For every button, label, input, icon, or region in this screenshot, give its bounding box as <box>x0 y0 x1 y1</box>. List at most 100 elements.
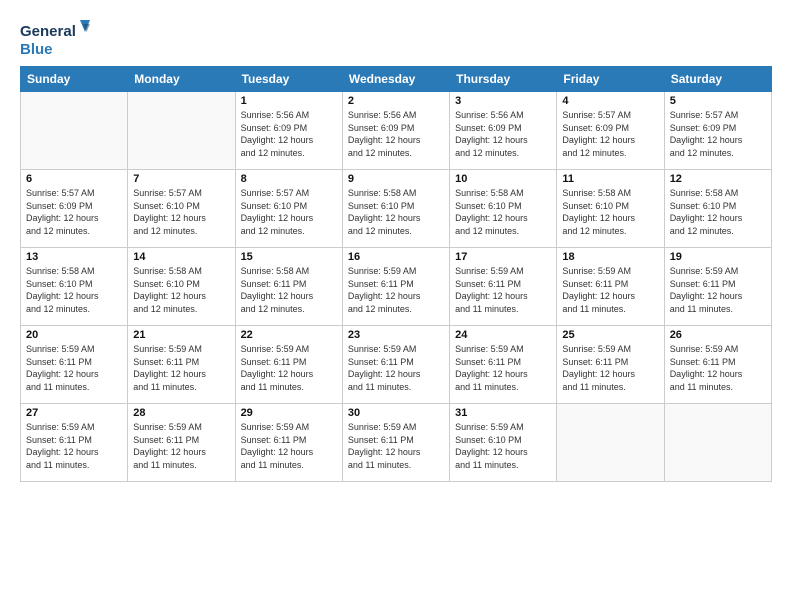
calendar-week-2: 6 Sunrise: 5:57 AMSunset: 6:09 PMDaylight… <box>21 170 772 248</box>
calendar-cell: 2 Sunrise: 5:56 AMSunset: 6:09 PMDaylight… <box>342 92 449 170</box>
day-info: Sunrise: 5:57 AMSunset: 6:09 PMDaylight:… <box>26 187 122 237</box>
day-number: 9 <box>348 173 444 185</box>
day-info: Sunrise: 5:59 AMSunset: 6:11 PMDaylight:… <box>133 343 229 393</box>
day-info: Sunrise: 5:59 AMSunset: 6:10 PMDaylight:… <box>455 421 551 471</box>
calendar: SundayMondayTuesdayWednesdayThursdayFrid… <box>20 66 772 482</box>
calendar-cell: 9Sunrise: 5:58 AMSunset: 6:10 PMDaylight… <box>342 170 449 248</box>
day-number: 25 <box>562 329 658 341</box>
day-info: Sunrise: 5:59 AMSunset: 6:11 PMDaylight:… <box>26 421 122 471</box>
calendar-cell: 7Sunrise: 5:57 AMSunset: 6:10 PMDaylight… <box>128 170 235 248</box>
calendar-cell: 23 Sunrise: 5:59 AMSunset: 6:11 PMDayligh… <box>342 326 449 404</box>
day-number: 22 <box>241 329 337 341</box>
header: General Blue <box>20 18 772 60</box>
calendar-cell: 1 Sunrise: 5:56 AMSunset: 6:09 PMDaylight… <box>235 92 342 170</box>
calendar-cell: 12Sunrise: 5:58 AMSunset: 6:10 PMDayligh… <box>664 170 771 248</box>
day-info: Sunrise: 5:57 AMSunset: 6:10 PMDaylight:… <box>241 187 337 237</box>
day-number: 6 <box>26 173 122 185</box>
calendar-cell <box>664 404 771 482</box>
calendar-cell: 27 Sunrise: 5:59 AMSunset: 6:11 PMDayligh… <box>21 404 128 482</box>
day-number: 26 <box>670 329 766 341</box>
logo: General Blue <box>20 18 90 60</box>
day-number: 5 <box>670 95 766 107</box>
day-info: Sunrise: 5:59 AMSunset: 6:11 PMDaylight:… <box>455 343 551 393</box>
day-number: 11 <box>562 173 658 185</box>
day-info: Sunrise: 5:59 AMSunset: 6:11 PMDaylight:… <box>670 265 766 315</box>
day-number: 28 <box>133 407 229 419</box>
calendar-week-5: 27 Sunrise: 5:59 AMSunset: 6:11 PMDayligh… <box>21 404 772 482</box>
day-number: 17 <box>455 251 551 263</box>
calendar-cell: 19 Sunrise: 5:59 AMSunset: 6:11 PMDayligh… <box>664 248 771 326</box>
calendar-cell: 25 Sunrise: 5:59 AMSunset: 6:11 PMDayligh… <box>557 326 664 404</box>
day-number: 16 <box>348 251 444 263</box>
calendar-week-1: 1 Sunrise: 5:56 AMSunset: 6:09 PMDaylight… <box>21 92 772 170</box>
calendar-cell: 29 Sunrise: 5:59 AMSunset: 6:11 PMDayligh… <box>235 404 342 482</box>
calendar-cell: 26 Sunrise: 5:59 AMSunset: 6:11 PMDayligh… <box>664 326 771 404</box>
calendar-cell: 18Sunrise: 5:59 AMSunset: 6:11 PMDayligh… <box>557 248 664 326</box>
day-info: Sunrise: 5:58 AMSunset: 6:10 PMDaylight:… <box>26 265 122 315</box>
day-info: Sunrise: 5:58 AMSunset: 6:10 PMDaylight:… <box>133 265 229 315</box>
svg-text:General: General <box>20 23 76 40</box>
day-number: 15 <box>241 251 337 263</box>
day-number: 27 <box>26 407 122 419</box>
calendar-cell <box>21 92 128 170</box>
weekday-header-wednesday: Wednesday <box>342 67 449 92</box>
day-info: Sunrise: 5:58 AMSunset: 6:10 PMDaylight:… <box>455 187 551 237</box>
day-number: 2 <box>348 95 444 107</box>
calendar-cell: 6 Sunrise: 5:57 AMSunset: 6:09 PMDaylight… <box>21 170 128 248</box>
calendar-cell: 21 Sunrise: 5:59 AMSunset: 6:11 PMDayligh… <box>128 326 235 404</box>
weekday-header-monday: Monday <box>128 67 235 92</box>
day-info: Sunrise: 5:59 AMSunset: 6:11 PMDaylight:… <box>133 421 229 471</box>
day-info: Sunrise: 5:59 AMSunset: 6:11 PMDaylight:… <box>348 265 444 315</box>
day-number: 31 <box>455 407 551 419</box>
day-info: Sunrise: 5:59 AMSunset: 6:11 PMDaylight:… <box>348 421 444 471</box>
calendar-week-4: 20 Sunrise: 5:59 AMSunset: 6:11 PMDayligh… <box>21 326 772 404</box>
day-info: Sunrise: 5:59 AMSunset: 6:11 PMDaylight:… <box>241 421 337 471</box>
day-number: 1 <box>241 95 337 107</box>
day-info: Sunrise: 5:59 AMSunset: 6:11 PMDaylight:… <box>670 343 766 393</box>
day-info: Sunrise: 5:59 AMSunset: 6:11 PMDaylight:… <box>26 343 122 393</box>
day-number: 14 <box>133 251 229 263</box>
day-number: 8 <box>241 173 337 185</box>
day-info: Sunrise: 5:59 AMSunset: 6:11 PMDaylight:… <box>562 343 658 393</box>
calendar-cell: 17Sunrise: 5:59 AMSunset: 6:11 PMDayligh… <box>450 248 557 326</box>
calendar-cell: 3 Sunrise: 5:56 AMSunset: 6:09 PMDaylight… <box>450 92 557 170</box>
day-info: Sunrise: 5:56 AMSunset: 6:09 PMDaylight:… <box>348 109 444 159</box>
page: General Blue SundayMondayTuesdayWednesda… <box>0 0 792 612</box>
day-info: Sunrise: 5:59 AMSunset: 6:11 PMDaylight:… <box>348 343 444 393</box>
calendar-cell: 31 Sunrise: 5:59 AMSunset: 6:10 PMDayligh… <box>450 404 557 482</box>
day-info: Sunrise: 5:58 AMSunset: 6:11 PMDaylight:… <box>241 265 337 315</box>
logo-svg: General Blue <box>20 18 90 60</box>
day-info: Sunrise: 5:57 AMSunset: 6:09 PMDaylight:… <box>562 109 658 159</box>
day-info: Sunrise: 5:57 AMSunset: 6:09 PMDaylight:… <box>670 109 766 159</box>
calendar-cell: 22 Sunrise: 5:59 AMSunset: 6:11 PMDayligh… <box>235 326 342 404</box>
calendar-cell <box>128 92 235 170</box>
day-number: 23 <box>348 329 444 341</box>
day-info: Sunrise: 5:56 AMSunset: 6:09 PMDaylight:… <box>241 109 337 159</box>
calendar-cell: 4 Sunrise: 5:57 AMSunset: 6:09 PMDaylight… <box>557 92 664 170</box>
calendar-cell: 10Sunrise: 5:58 AMSunset: 6:10 PMDayligh… <box>450 170 557 248</box>
calendar-cell: 30Sunrise: 5:59 AMSunset: 6:11 PMDayligh… <box>342 404 449 482</box>
weekday-header-thursday: Thursday <box>450 67 557 92</box>
day-info: Sunrise: 5:58 AMSunset: 6:10 PMDaylight:… <box>670 187 766 237</box>
calendar-cell: 15 Sunrise: 5:58 AMSunset: 6:11 PMDayligh… <box>235 248 342 326</box>
calendar-cell <box>557 404 664 482</box>
calendar-week-3: 13Sunrise: 5:58 AMSunset: 6:10 PMDayligh… <box>21 248 772 326</box>
day-number: 24 <box>455 329 551 341</box>
day-info: Sunrise: 5:59 AMSunset: 6:11 PMDaylight:… <box>241 343 337 393</box>
day-number: 3 <box>455 95 551 107</box>
day-number: 18 <box>562 251 658 263</box>
day-number: 19 <box>670 251 766 263</box>
weekday-header-friday: Friday <box>557 67 664 92</box>
day-number: 4 <box>562 95 658 107</box>
day-number: 20 <box>26 329 122 341</box>
day-number: 21 <box>133 329 229 341</box>
calendar-cell: 28 Sunrise: 5:59 AMSunset: 6:11 PMDayligh… <box>128 404 235 482</box>
calendar-cell: 20 Sunrise: 5:59 AMSunset: 6:11 PMDayligh… <box>21 326 128 404</box>
svg-text:Blue: Blue <box>20 41 53 58</box>
day-info: Sunrise: 5:56 AMSunset: 6:09 PMDaylight:… <box>455 109 551 159</box>
weekday-header-saturday: Saturday <box>664 67 771 92</box>
calendar-cell: 11Sunrise: 5:58 AMSunset: 6:10 PMDayligh… <box>557 170 664 248</box>
calendar-cell: 14 Sunrise: 5:58 AMSunset: 6:10 PMDayligh… <box>128 248 235 326</box>
day-number: 29 <box>241 407 337 419</box>
day-number: 7 <box>133 173 229 185</box>
